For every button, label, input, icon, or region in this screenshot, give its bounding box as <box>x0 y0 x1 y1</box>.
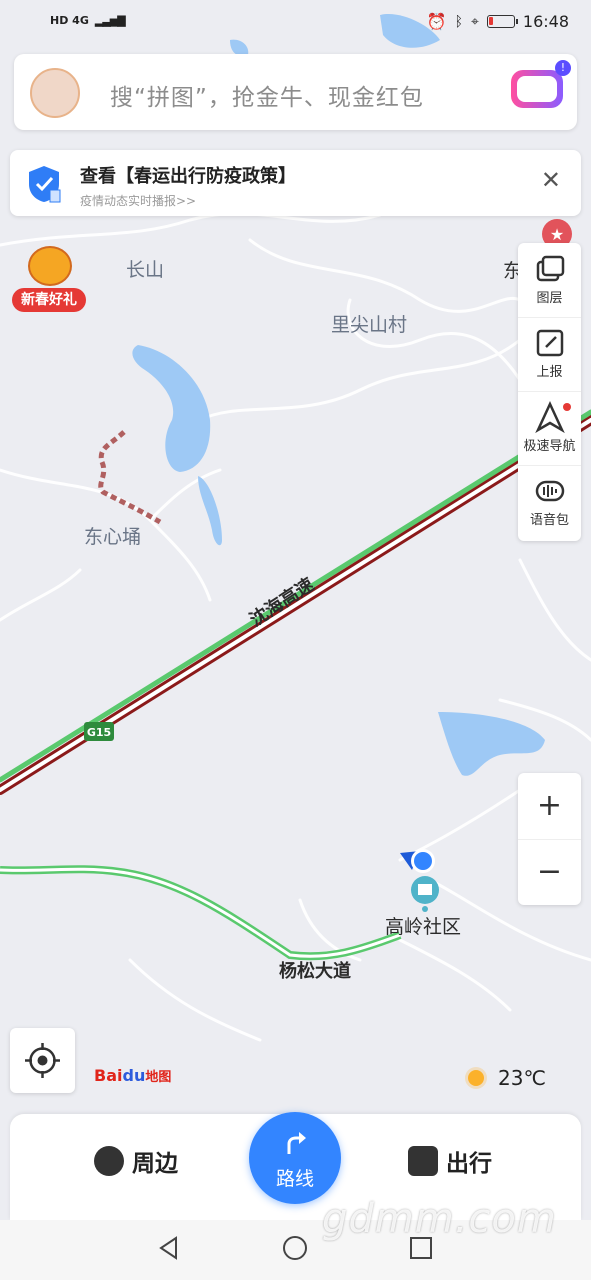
tool-label: 图层 <box>536 291 563 306</box>
map-tools-panel: 图层 上报 极速导航 语音包 <box>518 243 581 541</box>
network-label: HD 4G <box>50 14 89 27</box>
svg-text:★: ★ <box>550 225 564 244</box>
notice-title: 查看【春运出行防疫政策】 <box>80 166 296 187</box>
zoom-out-button[interactable]: − <box>518 839 581 905</box>
zoom-in-button[interactable]: + <box>518 773 581 840</box>
watermark-text: gdmm.com <box>322 1196 557 1242</box>
assistant-robot-icon[interactable]: ! <box>511 60 571 108</box>
locate-button[interactable] <box>10 1028 75 1093</box>
travel-label: 出行 <box>446 1151 492 1177</box>
map-label-gaoling[interactable]: 高岭社区 <box>385 912 461 939</box>
map-label-lijianshan[interactable]: 里尖山村 <box>331 310 407 337</box>
ox-mascot-icon <box>28 246 72 286</box>
sun-icon <box>468 1070 484 1086</box>
zoom-control: + − <box>518 773 581 905</box>
layers-icon <box>536 255 564 282</box>
epidemic-notice-banner[interactable]: 查看【春运出行防疫政策】 疫情动态实时播报>> ✕ <box>10 150 581 216</box>
compass-icon <box>94 1146 124 1176</box>
status-right: ⏰ ᛒ ⌖ 16:48 <box>427 12 569 31</box>
back-icon[interactable] <box>156 1235 182 1261</box>
search-input[interactable]: 搜“拼图”，抢金牛、现金红包 <box>110 78 424 112</box>
crosshair-icon <box>25 1043 60 1078</box>
tool-layers[interactable]: 图层 <box>518 243 581 318</box>
avatar[interactable] <box>30 68 80 118</box>
turn-right-arrow-icon <box>287 1132 306 1154</box>
status-bar: HD 4G ▂▃▅▇ ⏰ ᛒ ⌖ 16:48 <box>0 0 591 46</box>
location-icon: ⌖ <box>471 13 479 30</box>
tool-fast-navigation[interactable]: 极速导航 <box>518 391 581 466</box>
travel-icon <box>408 1146 438 1176</box>
tool-voice-pack[interactable]: 语音包 <box>518 465 581 539</box>
alarm-icon: ⏰ <box>426 12 447 31</box>
map-label-dongxinyong[interactable]: 东心埇 <box>84 522 141 549</box>
nearby-button[interactable]: 周边 <box>94 1144 178 1178</box>
bluetooth-icon: ᛒ <box>454 13 463 30</box>
promo-label: 新春好礼 <box>12 288 86 312</box>
new-dot-icon <box>563 403 571 411</box>
svg-text:G15: G15 <box>87 726 111 739</box>
signal-icon: ▂▃▅▇ <box>94 14 126 27</box>
route-label: 路线 <box>275 1168 314 1190</box>
baidu-map-logo: Baidu地图 <box>94 1066 172 1085</box>
temperature: 23℃ <box>498 1066 546 1090</box>
voice-pack-icon <box>535 480 564 502</box>
report-icon <box>536 329 563 357</box>
weather-widget[interactable]: 23℃ <box>468 1066 546 1090</box>
navigation-icon <box>534 401 565 433</box>
tool-label: 语音包 <box>529 513 569 528</box>
shield-icon <box>29 166 61 203</box>
travel-button[interactable]: 出行 <box>408 1144 492 1178</box>
close-icon[interactable]: ✕ <box>541 168 561 192</box>
status-left: HD 4G ▂▃▅▇ <box>50 14 126 27</box>
search-bar[interactable]: 搜“拼图”，抢金牛、现金红包 ! <box>14 54 577 130</box>
map-label-yangsong[interactable]: 杨松大道 <box>279 957 351 983</box>
notice-subtitle[interactable]: 疫情动态实时播报>> <box>80 192 196 209</box>
route-button[interactable]: 路线 <box>249 1112 341 1204</box>
battery-icon <box>486 15 518 28</box>
map-label-changshan[interactable]: 长山 <box>126 255 164 282</box>
nearby-label: 周边 <box>132 1151 178 1177</box>
new-year-gift-promo[interactable]: 新春好礼 <box>12 246 86 316</box>
status-time: 16:48 <box>522 12 569 31</box>
tool-report[interactable]: 上报 <box>518 317 581 392</box>
notification-badge-icon: ! <box>555 60 571 76</box>
tool-label: 上报 <box>536 365 563 380</box>
home-icon[interactable] <box>282 1235 308 1261</box>
tool-label: 极速导航 <box>523 439 576 454</box>
